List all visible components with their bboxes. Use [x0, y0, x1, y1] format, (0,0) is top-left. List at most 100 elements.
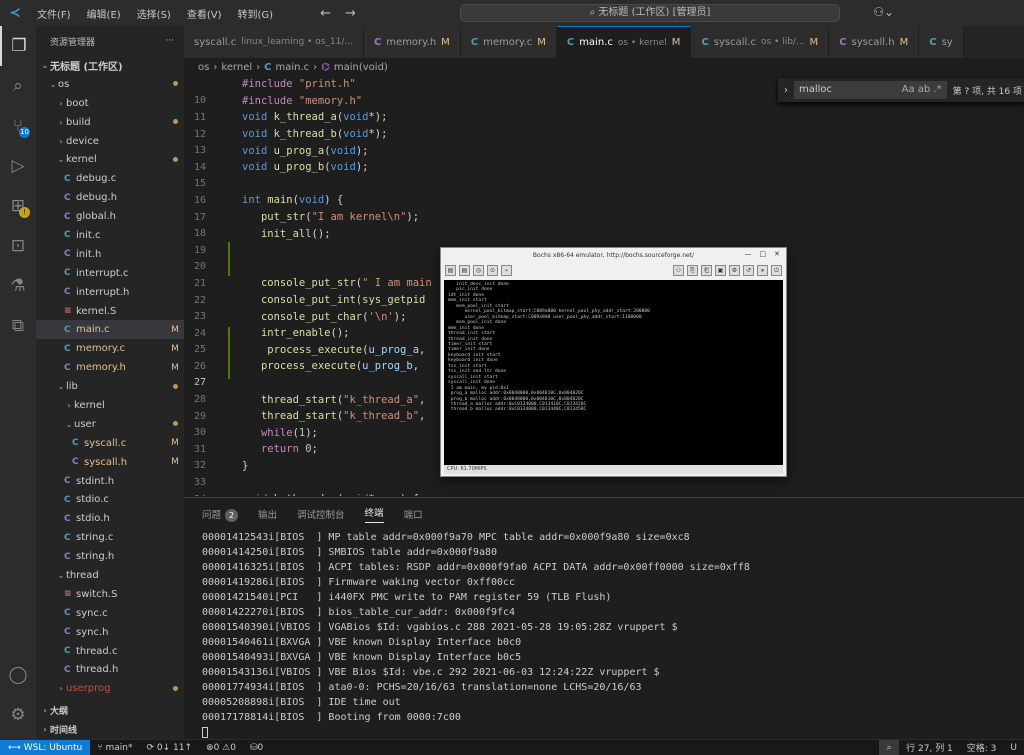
tree-folder[interactable]: ⌄ kernel [36, 150, 184, 169]
zoom-icon[interactable]: ⌕ [879, 739, 900, 755]
cdrom-icon[interactable]: ◎ [473, 264, 484, 276]
account-icon[interactable]: ◯ [0, 655, 36, 695]
editor-tab[interactable]: Cmemory.c M [460, 26, 557, 58]
reset-icon[interactable]: ↺ [743, 264, 754, 276]
tab-terminal[interactable]: 终端 [364, 505, 384, 523]
workspace-root[interactable]: ⌄ 无标题 (工作区) [36, 56, 184, 75]
tree-folder[interactable]: › device [36, 132, 184, 151]
editor-tab[interactable]: Csy [919, 26, 964, 58]
back-arrow-icon[interactable]: ← [320, 6, 331, 21]
tree-file[interactable]: Cthread.c [36, 642, 184, 661]
find-options[interactable]: Aa ab .* [902, 82, 942, 98]
tree-file[interactable]: ≡ switch.S [36, 585, 184, 604]
tree-file[interactable]: Cstdio.h [36, 509, 184, 528]
copy-icon[interactable]: ⎘ [687, 264, 698, 276]
tree-file[interactable]: Cinterrupt.h [36, 283, 184, 302]
indentation[interactable]: 空格: 3 [960, 741, 1004, 754]
search-icon[interactable]: ⌕ [0, 66, 36, 106]
tree-file[interactable]: Cdebug.c [36, 169, 184, 188]
command-center[interactable]: ⌕ 无标题 (工作区) [管理员] [460, 4, 840, 22]
breadcrumb-kernel[interactable]: kernel [221, 62, 252, 73]
tree-folder[interactable]: › userprog [36, 679, 184, 698]
menu-edit[interactable]: 编辑(E) [80, 6, 128, 21]
snapshot-icon[interactable]: ▣ [715, 264, 726, 276]
tree-file[interactable]: Cmemory.h M [36, 358, 184, 377]
tree-folder[interactable]: › build [36, 113, 184, 132]
menu-view[interactable]: 查看(V) [180, 6, 229, 21]
tree-file[interactable]: Cmain.c M [36, 320, 184, 340]
git-sync[interactable]: ⟳ 0↓ 11↑ [140, 743, 200, 753]
tab-problems[interactable]: 问题 2 [202, 507, 239, 522]
tree-file[interactable]: Cglobal.h [36, 207, 184, 226]
tab-output[interactable]: 输出 [258, 507, 277, 521]
menu-selection[interactable]: 选择(S) [130, 6, 178, 21]
tab-debug-console[interactable]: 调试控制台 [297, 507, 345, 521]
tree-file[interactable]: Csyscall.h M [36, 453, 184, 472]
settings-gear-icon[interactable]: ⚙ [0, 695, 36, 735]
tree-folder[interactable]: ⌄ thread [36, 566, 184, 585]
maximize-icon[interactable]: □ [760, 250, 767, 258]
tree-file[interactable]: Cstring.h [36, 547, 184, 566]
menu-go[interactable]: 转到(G) [231, 6, 281, 21]
tree-file[interactable]: Cdebug.h [36, 188, 184, 207]
tab-ports[interactable]: 端口 [404, 507, 423, 521]
remote-explorer-icon[interactable]: ⊡ [0, 226, 36, 266]
tree-folder[interactable]: › boot [36, 94, 184, 113]
ports-indicator[interactable]: ⛁0 [243, 743, 270, 753]
config-icon[interactable]: ⚙ [729, 264, 740, 276]
power-icon[interactable]: ⏻ [771, 264, 782, 276]
floppy-a-icon[interactable]: ▤ [445, 264, 456, 276]
more-actions-icon[interactable]: ··· [165, 36, 174, 46]
breadcrumb-symbol[interactable]: main(void) [334, 62, 388, 73]
run-debug-icon[interactable]: ▷ [0, 146, 36, 186]
breadcrumb-os[interactable]: os [198, 62, 209, 73]
paste-icon[interactable]: ⎗ [701, 264, 712, 276]
user-icon[interactable]: ⚇ [673, 264, 684, 276]
editor-tab[interactable]: Cmemory.h M [363, 26, 461, 58]
source-control-icon[interactable]: ⑂ 10 [0, 106, 36, 146]
usb-icon[interactable]: ⌁ [501, 264, 512, 276]
tree-folder[interactable]: › kernel [36, 396, 184, 415]
tree-file[interactable]: Cstring.c [36, 528, 184, 547]
tree-file[interactable]: Cmemory.c M [36, 339, 184, 358]
tree-file[interactable]: Cthread.h [36, 661, 184, 680]
docker-icon[interactable]: ⧉ [0, 306, 36, 346]
close-icon[interactable]: ✕ [774, 250, 780, 258]
chevron-right-icon[interactable]: › [784, 85, 788, 96]
tree-file[interactable]: Csync.c [36, 604, 184, 623]
git-branch[interactable]: ⑂ main* [90, 743, 139, 753]
extensions-icon[interactable]: ⊞! [0, 186, 36, 226]
editor-tab[interactable]: Csyscall.h M [829, 26, 920, 58]
cursor-position[interactable]: 行 27, 列 1 [899, 741, 960, 754]
mouse-icon[interactable]: ⊙ [487, 264, 498, 276]
tree-file[interactable]: Cstdio.c [36, 490, 184, 509]
find-input[interactable]: malloc Aa ab .* [794, 81, 947, 99]
copilot-icon[interactable]: ⚇⌄ [873, 5, 894, 19]
explorer-icon[interactable]: ❐ [0, 26, 36, 66]
editor-tab[interactable]: Cmain.c os • kernel M [556, 26, 692, 58]
suspend-icon[interactable]: ⏸ [757, 264, 768, 276]
minimize-icon[interactable]: — [745, 250, 752, 258]
bochs-screen[interactable]: init_desc_init done pic_init done idt_ini… [444, 280, 783, 466]
testing-icon[interactable]: ⚗ [0, 266, 36, 306]
tree-file[interactable]: Cinit.c [36, 226, 184, 245]
tree-folder[interactable]: ⌄ user [36, 415, 184, 434]
tree-file[interactable]: ≡ kernel.S [36, 302, 184, 321]
encoding[interactable]: U [1003, 743, 1024, 753]
tree-file[interactable]: Cinterrupt.c [36, 264, 184, 283]
tree-file[interactable]: Cinit.h [36, 245, 184, 264]
outline-section[interactable]: › 大纲 [36, 701, 184, 720]
breadcrumb-file[interactable]: main.c [275, 62, 309, 73]
tree-file[interactable]: Csync.h [36, 623, 184, 642]
editor-tab[interactable]: Csyscall.c os • lib/... M [691, 26, 830, 58]
remote-indicator[interactable]: ⟷ WSL: Ubuntu [0, 739, 91, 755]
tree-file[interactable]: Cstdint.h [36, 472, 184, 491]
tree-file[interactable]: Csyscall.c M [36, 434, 184, 453]
tree-folder[interactable]: ⌄ lib [36, 377, 184, 396]
floppy-b-icon[interactable]: ▤ [459, 264, 470, 276]
forward-arrow-icon[interactable]: → [345, 6, 356, 21]
menu-file[interactable]: 文件(F) [30, 6, 78, 21]
tree-folder[interactable]: ⌄ os [36, 75, 184, 94]
timeline-section[interactable]: › 时间线 [36, 720, 184, 739]
problems-indicator[interactable]: ⊗0 ⚠0 [199, 743, 243, 753]
